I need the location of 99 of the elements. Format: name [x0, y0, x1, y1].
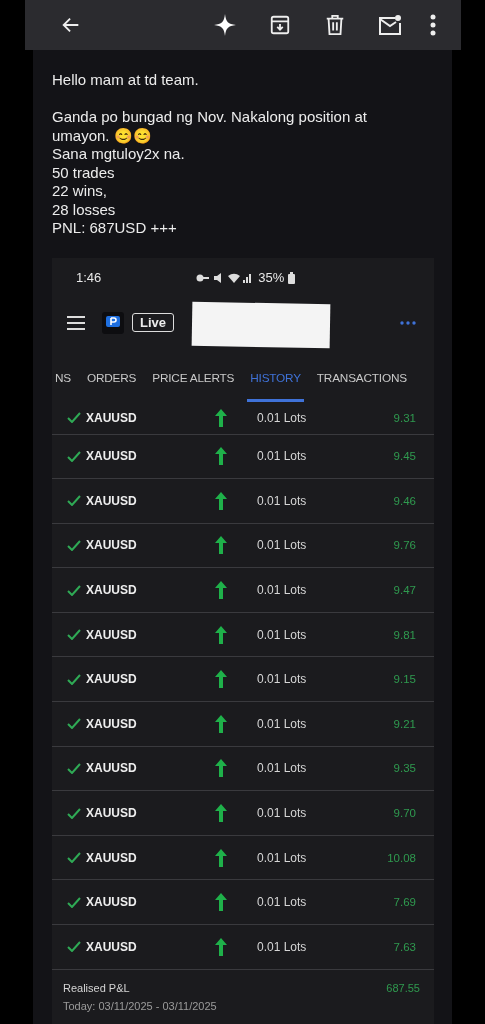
profit-value: 9.46	[393, 494, 416, 507]
message-text: 22 wins,	[52, 182, 109, 201]
trade-row[interactable]: XAUUSD 0.01 Lots 7.63	[52, 925, 434, 970]
check-icon	[67, 941, 81, 953]
volume-text: 0.01 Lots	[257, 939, 307, 954]
volume-text: 0.01 Lots	[257, 449, 307, 464]
up-arrow-icon	[214, 407, 228, 428]
symbol-text: XAUUSD	[86, 449, 138, 464]
tab[interactable]: ORDERS	[84, 357, 140, 402]
message-text: 50 trades	[52, 163, 116, 182]
volume-text: 0.01 Lots	[257, 493, 307, 508]
up-arrow-icon	[214, 758, 228, 779]
profit-value: 9.21	[393, 717, 416, 730]
up-arrow-icon	[214, 446, 228, 467]
volume-text: 0.01 Lots	[257, 850, 307, 865]
symbol-text: XAUUSD	[86, 627, 138, 642]
up-arrow-icon	[214, 535, 228, 556]
trade-row[interactable]: XAUUSD 0.01 Lots 7.69	[52, 880, 434, 926]
profit-value: 9.70	[393, 807, 416, 820]
trade-row[interactable]: XAUUSD 0.01 Lots 9.21	[52, 702, 434, 747]
trade-row[interactable]: XAUUSD 0.01 Lots 9.35	[52, 746, 434, 792]
trade-row[interactable]: XAUUSD 0.01 Lots 9.15	[52, 657, 434, 703]
volume-text: 0.01 Lots	[257, 672, 307, 687]
trade-row[interactable]: XAUUSD 0.01 Lots 9.81	[52, 612, 434, 658]
up-arrow-icon	[214, 803, 228, 824]
app-logo	[102, 311, 124, 334]
message-text: 28 losses	[52, 200, 117, 219]
volume-text: 0.01 Lots	[257, 410, 307, 425]
up-arrow-icon	[214, 892, 228, 913]
menu-icon[interactable]	[67, 315, 85, 330]
up-arrow-icon	[214, 490, 228, 511]
volume-text: 0.01 Lots	[257, 895, 307, 910]
symbol-text: XAUUSD	[86, 850, 138, 865]
check-icon	[67, 629, 81, 641]
message-text: PNL: 687USD +++	[52, 219, 178, 238]
up-arrow-icon	[214, 713, 228, 734]
profit-value: 9.35	[393, 762, 416, 775]
message-text: Ganda po bungad ng Nov. Nakalong position at umayon. 😊😊	[52, 108, 368, 145]
symbol-text: XAUUSD	[86, 672, 138, 687]
check-icon	[67, 673, 81, 685]
trade-row[interactable]: XAUUSD 0.01 Lots 9.31	[52, 401, 434, 435]
symbol-text: XAUUSD	[86, 761, 138, 776]
tab[interactable]: HISTORY	[247, 357, 304, 402]
volume-text: 0.01 Lots	[257, 716, 307, 731]
symbol-text: XAUUSD	[86, 716, 138, 731]
message-text: Hello mam at td team.	[52, 71, 200, 90]
volume-text: 0.01 Lots	[257, 806, 307, 821]
symbol-text: XAUUSD	[86, 493, 138, 508]
summary-label: Realised P&L	[63, 981, 130, 994]
check-icon	[67, 584, 81, 596]
live-account-badge: Live	[132, 313, 174, 332]
message-text: Sana mgtuloy2x na.	[52, 145, 186, 164]
check-icon	[67, 896, 81, 908]
check-icon	[67, 852, 81, 864]
check-icon	[67, 495, 81, 507]
up-arrow-icon	[214, 624, 228, 645]
trade-row[interactable]: XAUUSD 0.01 Lots 9.76	[52, 523, 434, 569]
check-icon	[67, 718, 81, 730]
symbol-text: XAUUSD	[86, 806, 138, 821]
up-arrow-icon	[214, 580, 228, 601]
status-time: 1:46	[76, 270, 102, 285]
date-range-text: Today: 03/11/2025 - 03/11/2025	[63, 999, 218, 1012]
profit-value: 9.81	[393, 628, 416, 641]
tab[interactable]: NS	[52, 357, 74, 402]
symbol-text: XAUUSD	[86, 538, 138, 553]
summary-value: 687.55	[386, 981, 420, 994]
volume-text: 0.01 Lots	[257, 627, 307, 642]
profit-value: 9.76	[393, 539, 416, 552]
check-icon	[67, 412, 81, 423]
profit-value: 10.08	[387, 851, 416, 864]
trade-row[interactable]: XAUUSD 0.01 Lots 9.46	[52, 479, 434, 524]
check-icon	[67, 762, 81, 774]
symbol-text: XAUUSD	[86, 410, 138, 425]
up-arrow-icon	[214, 847, 228, 868]
trade-row[interactable]: XAUUSD 0.01 Lots 10.08	[52, 835, 434, 881]
check-icon	[67, 450, 81, 462]
battery-icon	[288, 271, 296, 284]
volume-text: 0.01 Lots	[257, 583, 307, 598]
tab[interactable]: PRICE ALERTS	[149, 357, 238, 402]
trade-row[interactable]: XAUUSD 0.01 Lots 9.47	[52, 568, 434, 613]
trade-row[interactable]: XAUUSD 0.01 Lots 9.70	[52, 791, 434, 836]
tab[interactable]: TRANSACTIONS	[313, 357, 410, 402]
battery-percent: 35%	[258, 270, 285, 285]
profit-value: 9.47	[393, 584, 416, 597]
check-icon	[67, 540, 81, 551]
profit-value: 9.31	[393, 411, 416, 424]
volume-text: 0.01 Lots	[257, 761, 307, 776]
symbol-text: XAUUSD	[86, 583, 138, 598]
symbol-text: XAUUSD	[86, 939, 138, 954]
symbol-text: XAUUSD	[86, 895, 138, 910]
profit-value: 7.69	[393, 896, 416, 909]
profit-value: 9.45	[393, 450, 416, 463]
profit-value: 9.15	[393, 673, 416, 686]
volume-text: 0.01 Lots	[257, 538, 307, 553]
trade-row[interactable]: XAUUSD 0.01 Lots 9.45	[52, 434, 434, 480]
profit-value: 7.63	[393, 940, 416, 953]
check-icon	[67, 807, 81, 819]
up-arrow-icon	[214, 936, 228, 957]
up-arrow-icon	[214, 669, 228, 690]
